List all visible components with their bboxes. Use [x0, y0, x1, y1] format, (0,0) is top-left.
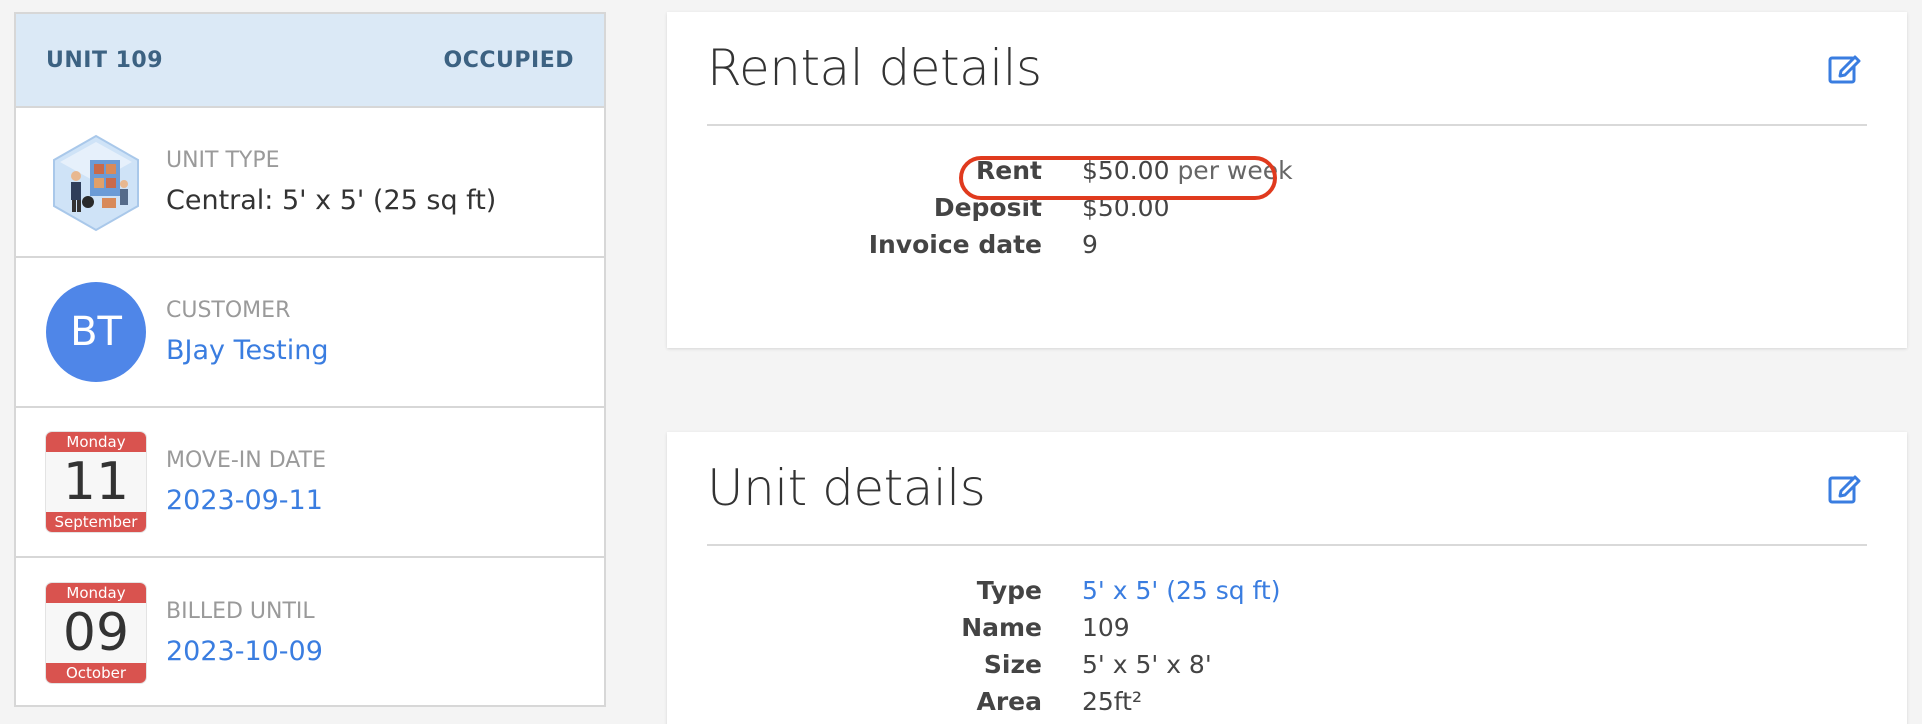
deposit-label: Deposit [933, 193, 1042, 222]
deposit-row: Deposit $50.00 [707, 189, 1867, 226]
rental-details-title: Rental details [707, 39, 1042, 97]
unit-summary-panel: UNIT 109 OCCUPIED UNIT TYPE Central: 5' … [14, 12, 606, 707]
calendar-icon: Monday 11 September [46, 432, 146, 532]
name-row: Name 109 [707, 609, 1867, 646]
customer-avatar[interactable]: BT [46, 282, 146, 382]
move-in-label: MOVE-IN DATE [166, 448, 326, 473]
calendar-day: 11 [46, 452, 146, 512]
rental-details-card: Rental details Rent $50.00 per week Depo… [667, 12, 1907, 348]
calendar-month: September [46, 512, 146, 532]
unit-header: UNIT 109 OCCUPIED [16, 14, 604, 108]
rent-amount: $50.00 [1082, 156, 1170, 185]
customer-name-link[interactable]: BJay Testing [166, 335, 329, 366]
customer-row: BT CUSTOMER BJay Testing [16, 258, 604, 408]
billed-until-date-link[interactable]: 2023-10-09 [166, 636, 323, 667]
avatar-initials: BT [70, 309, 122, 355]
invoice-date-label: Invoice date [868, 230, 1042, 259]
unit-type-label: UNIT TYPE [166, 148, 280, 173]
rent-label: Rent [976, 156, 1042, 185]
unit-type-value: Central: 5' x 5' (25 sq ft) [166, 185, 497, 216]
move-in-date-link[interactable]: 2023-09-11 [166, 485, 326, 516]
name-value: 109 [1082, 613, 1130, 642]
rent-period: per week [1177, 156, 1293, 185]
storage-unit-icon [46, 132, 146, 232]
size-label: Size [983, 650, 1042, 679]
size-value: 5' x 5' x 8' [1082, 650, 1212, 679]
deposit-value: $50.00 [1082, 193, 1170, 222]
edit-icon[interactable] [1827, 471, 1861, 505]
unit-title: UNIT 109 [46, 47, 164, 73]
rental-details-list: Rent $50.00 per week Deposit $50.00 Invo… [707, 152, 1867, 263]
rent-value: $50.00 per week [1082, 156, 1293, 185]
type-value-link[interactable]: 5' x 5' (25 sq ft) [1082, 576, 1280, 605]
unit-details-header: Unit details [707, 432, 1867, 546]
billed-until-row: Monday 09 October BILLED UNTIL 2023-10-0… [16, 558, 604, 708]
calendar-icon: Monday 09 October [46, 583, 146, 683]
invoice-date-value: 9 [1082, 230, 1098, 259]
area-value: 25ft² [1082, 687, 1142, 716]
customer-label: CUSTOMER [166, 298, 291, 323]
rental-details-header: Rental details [707, 12, 1867, 126]
edit-icon[interactable] [1827, 51, 1861, 85]
unit-status-badge: OCCUPIED [443, 47, 574, 73]
unit-type-row: UNIT TYPE Central: 5' x 5' (25 sq ft) [16, 108, 604, 258]
unit-details-list: Type 5' x 5' (25 sq ft) Name 109 Size 5'… [707, 572, 1867, 720]
unit-details-title: Unit details [707, 459, 986, 517]
area-label: Area [976, 687, 1042, 716]
calendar-weekday: Monday [46, 432, 146, 452]
calendar-day: 09 [46, 603, 146, 663]
area-row: Area 25ft² [707, 683, 1867, 720]
billed-until-label: BILLED UNTIL [166, 599, 315, 624]
type-label: Type [976, 576, 1042, 605]
calendar-weekday: Monday [46, 583, 146, 603]
unit-details-card: Unit details Type 5' x 5' (25 sq ft) Nam… [667, 432, 1907, 724]
type-row: Type 5' x 5' (25 sq ft) [707, 572, 1867, 609]
size-row: Size 5' x 5' x 8' [707, 646, 1867, 683]
rent-row: Rent $50.00 per week [707, 152, 1867, 189]
invoice-date-row: Invoice date 9 [707, 226, 1867, 263]
move-in-row: Monday 11 September MOVE-IN DATE 2023-09… [16, 408, 604, 558]
calendar-month: October [46, 663, 146, 683]
name-label: Name [961, 613, 1042, 642]
